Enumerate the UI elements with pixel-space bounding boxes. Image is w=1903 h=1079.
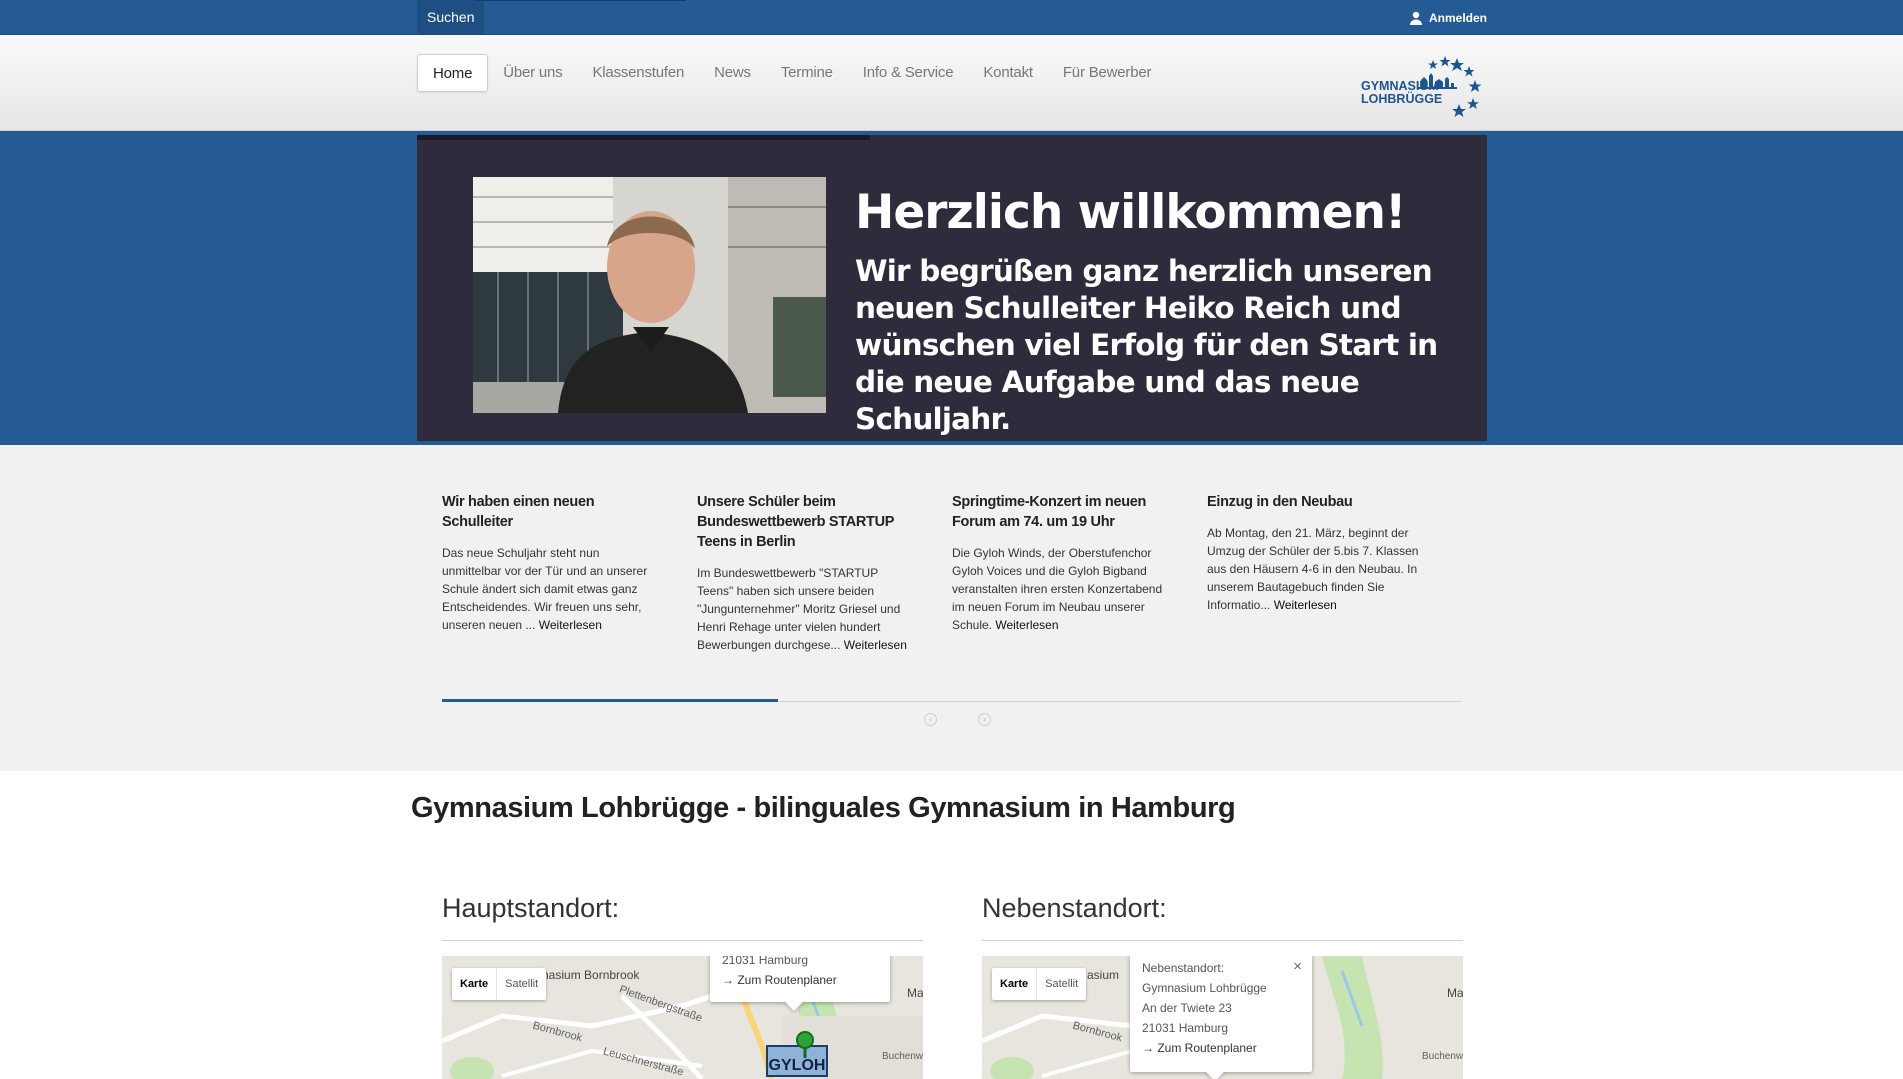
map-label: Buchenw	[1422, 1051, 1463, 1062]
news-teaser: Das neue Schuljahr steht nun unmittelbar…	[442, 546, 648, 632]
main-navigation-bar: Home Über uns Klassenstufen News Termine…	[0, 35, 1903, 131]
route-planner-link[interactable]: → Zum Routenplaner	[722, 970, 878, 990]
news-item: Springtime-Konzert im neuen Forum am 74.…	[952, 492, 1172, 634]
map-type-control: Karte Satellit	[452, 968, 547, 1000]
read-more-link[interactable]: Weiterlesen	[844, 638, 907, 652]
page-title: Gymnasium Lohbrügge - bilinguales Gymnas…	[411, 792, 1236, 824]
nav-news[interactable]: News	[699, 54, 766, 92]
main-location-title: Hauptstandort:	[442, 893, 620, 923]
school-logo[interactable]: GYMNASIUM LOHBRÜGGE	[1359, 52, 1487, 122]
map-type-karte[interactable]: Karte	[992, 968, 1036, 1000]
info-line: Gymnasium Lohbrügge	[1142, 981, 1267, 995]
chevron-left-icon[interactable]: ‹	[924, 713, 937, 726]
news-title[interactable]: Springtime-Konzert im neuen Forum am 74.…	[952, 492, 1172, 532]
map-label: Buchenw	[882, 1051, 923, 1062]
map-type-control: Karte Satellit	[992, 968, 1087, 1000]
secondary-location-title: Nebenstandort:	[982, 893, 1167, 923]
read-more-link[interactable]: Weiterlesen	[995, 618, 1058, 632]
info-line: 21031 Hamburg	[1142, 1021, 1229, 1035]
nav-klassenstufen[interactable]: Klassenstufen	[577, 54, 699, 92]
news-teaser: Ab Montag, den 21. März, beginnt der Umz…	[1207, 526, 1419, 612]
route-planner-link[interactable]: → Zum Routenplaner	[1142, 1038, 1300, 1058]
logo-text-line2: LOHBRÜGGE	[1361, 91, 1442, 106]
nav-fuer-bewerber[interactable]: Für Bewerber	[1048, 54, 1166, 92]
user-icon	[1409, 11, 1422, 25]
secondary-location-map[interactable]: asium Bornbrook Ma Buchenw Karte Satelli…	[982, 956, 1463, 1079]
news-title[interactable]: Unsere Schüler beim Bundeswettbewerb STA…	[697, 492, 917, 552]
login-link[interactable]: Anmelden	[1408, 10, 1487, 26]
map-label: Ma	[907, 986, 923, 1000]
slide-text: Wir begrüßen ganz herzlich unseren neuen…	[855, 254, 1438, 436]
principal-photo	[473, 177, 826, 413]
map-label: Ma	[1447, 986, 1463, 1000]
search-field-underline	[474, 0, 686, 1]
news-scroll-thumb[interactable]	[442, 699, 778, 702]
main-location-map[interactable]: nasium Bornbrook Plettenbergstraße Bornb…	[442, 956, 923, 1079]
slide-title: Herzlich willkommen!	[855, 185, 1406, 240]
map-label: asium	[1087, 968, 1120, 982]
info-address-line: 21031 Hamburg	[722, 956, 809, 967]
nav-termine[interactable]: Termine	[766, 54, 848, 92]
top-bar: Suchen Anmelden	[0, 0, 1903, 35]
news-title[interactable]: Wir haben einen neuen Schulleiter	[442, 492, 662, 532]
main-menu: Home Über uns Klassenstufen News Termine…	[417, 54, 1166, 92]
chevron-right-icon[interactable]: ›	[978, 713, 991, 726]
read-more-link[interactable]: Weiterlesen	[1274, 598, 1337, 612]
news-teaser: Die Gyloh Winds, der Oberstufenchor Gylo…	[952, 546, 1163, 632]
divider	[442, 940, 923, 941]
nav-info-service[interactable]: Info & Service	[848, 54, 969, 92]
close-icon[interactable]: ×	[1293, 957, 1302, 977]
map-info-window: 21031 Hamburg → Zum Routenplaner	[710, 956, 890, 1011]
news-item: Unsere Schüler beim Bundeswettbewerb STA…	[697, 492, 917, 654]
news-teaser: Im Bundeswettbewerb "STARTUP Teens" habe…	[697, 566, 907, 652]
hero-slider[interactable]: Herzlich willkommen! Wir begrüßen ganz h…	[417, 135, 1487, 441]
info-line: An der Twiete 23	[1142, 1001, 1232, 1015]
divider	[982, 940, 1463, 941]
nav-kontakt[interactable]: Kontakt	[968, 54, 1047, 92]
slider-progress	[417, 135, 870, 140]
logo-text-line1: GYMNASIUM	[1361, 79, 1439, 93]
nav-ueber-uns[interactable]: Über uns	[488, 54, 577, 92]
map-type-satellite[interactable]: Satellit	[496, 968, 546, 1000]
location-marker[interactable]: GYLOH	[765, 1028, 829, 1077]
news-item: Wir haben einen neuen Schulleiter Das ne…	[442, 492, 662, 634]
marker-label: GYLOH	[769, 1057, 826, 1074]
news-item: Einzug in den Neubau Ab Montag, den 21. …	[1207, 492, 1427, 614]
map-label: nasium Bornbrook	[542, 968, 640, 982]
login-label: Anmelden	[1428, 11, 1487, 25]
map-type-satellite[interactable]: Satellit	[1036, 968, 1086, 1000]
info-line: Nebenstandort:	[1142, 961, 1225, 975]
read-more-link[interactable]: Weiterlesen	[539, 618, 602, 632]
news-title[interactable]: Einzug in den Neubau	[1207, 492, 1427, 512]
map-type-karte[interactable]: Karte	[452, 968, 496, 1000]
search-button[interactable]: Suchen	[417, 0, 485, 34]
nav-home[interactable]: Home	[417, 54, 489, 92]
map-info-window: × Nebenstandort: Gymnasium Lohbrügge An …	[1130, 956, 1312, 1079]
